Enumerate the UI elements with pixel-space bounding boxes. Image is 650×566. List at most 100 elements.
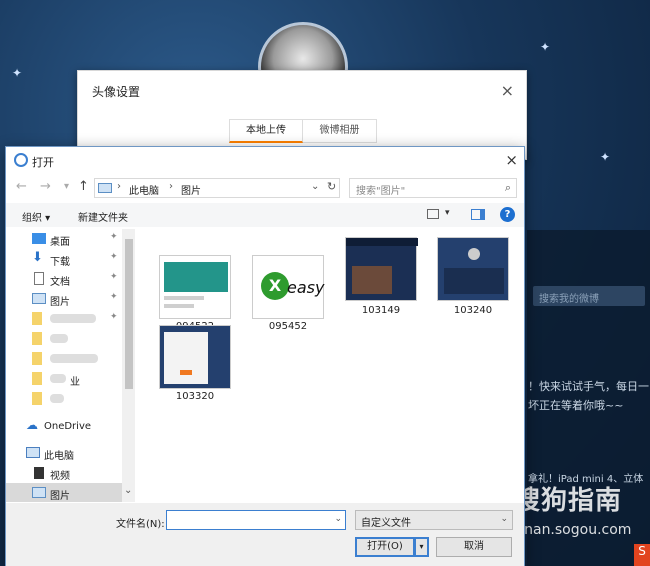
scrollbar-thumb[interactable] (125, 239, 133, 389)
sidebar-item-desktop[interactable]: 桌面 ✦ (6, 229, 122, 249)
open-options-button[interactable]: ▾ (415, 537, 429, 557)
star-icon: ✦ (12, 66, 23, 80)
sidebar-item-pictures[interactable]: 图片 ✦ (6, 289, 122, 309)
pin-icon[interactable]: ✦ (110, 312, 118, 322)
blurred-label (50, 334, 68, 343)
file-thumbnail (159, 255, 231, 319)
file-thumbnail (159, 325, 231, 389)
file-item[interactable]: 103320 (152, 325, 238, 405)
tab-weibo-album[interactable]: 微博相册 (303, 119, 377, 143)
forward-icon[interactable]: → (40, 179, 51, 194)
file-name: 095452 (268, 321, 308, 332)
file-item[interactable]: 094522 (152, 255, 238, 335)
file-name: 103320 (175, 391, 215, 402)
file-name: 103149 (361, 305, 401, 316)
sidebar-item-downloads[interactable]: ⬇ 下载 ✦ (6, 249, 122, 269)
sidebar-item-folder[interactable]: 业 (6, 369, 122, 389)
chevron-down-icon[interactable]: ▾ (445, 208, 450, 218)
sidebar-item-folder[interactable] (6, 329, 122, 349)
search-icon[interactable]: ⌕ (505, 181, 511, 195)
organize-button[interactable]: 组织 ▾ (22, 209, 50, 224)
title-bar: 打开 × (6, 147, 524, 173)
background-search-input[interactable]: 搜索我的微博 (533, 286, 645, 306)
cloud-icon: ☁ (26, 418, 38, 432)
address-bar[interactable]: › 此电脑 › 图片 ⌄ ↻ (94, 178, 340, 198)
pictures-folder-icon (98, 183, 112, 193)
pin-icon[interactable]: ✦ (110, 272, 118, 282)
sidebar-item-label: 视频 (50, 471, 70, 482)
blurred-label (50, 354, 98, 363)
file-item[interactable]: 103149 (338, 237, 424, 319)
filetype-value: 自定义文件 (361, 518, 411, 529)
cancel-button[interactable]: 取消 (436, 537, 512, 557)
pictures-icon (32, 487, 46, 498)
breadcrumb-this-pc[interactable]: 此电脑 (129, 182, 159, 197)
blurred-label (50, 394, 64, 403)
refresh-icon[interactable]: ↻ (327, 180, 336, 193)
preview-pane-icon[interactable] (471, 209, 485, 220)
sidebar-item-documents[interactable]: 文档 ✦ (6, 269, 122, 289)
sidebar-item-onedrive[interactable]: ☁ OneDrive (6, 417, 122, 437)
sidebar-item-this-pc[interactable]: 此电脑 (6, 443, 122, 463)
folder-icon (32, 392, 42, 405)
back-icon[interactable]: ← (16, 179, 27, 194)
navigation-pane: 桌面 ✦ ⬇ 下载 ✦ 文档 ✦ 图片 ✦ ✦ 业 ☁ OneDrive 此电脑… (6, 229, 136, 502)
file-thumbnail: X easy (252, 255, 324, 319)
breadcrumb-pictures[interactable]: 图片 (181, 182, 201, 197)
sidebar-item-label: 图片 (50, 491, 70, 502)
sidebar-item-folder[interactable] (6, 349, 122, 369)
star-icon: ✦ (540, 40, 551, 54)
help-icon[interactable]: ? (500, 207, 515, 222)
folder-icon (32, 332, 42, 345)
filename-input[interactable]: ⌄ (166, 510, 346, 530)
pin-icon[interactable]: ✦ (110, 252, 118, 262)
pictures-icon (32, 293, 46, 304)
background-text: ！快来试试手气，每日一 (528, 380, 649, 393)
chevron-down-icon[interactable]: ⌄ (500, 514, 508, 524)
filetype-select[interactable]: 自定义文件 ⌄ (355, 510, 513, 530)
sidebar-item-label: 此电脑 (44, 451, 74, 462)
file-thumbnail (345, 237, 418, 301)
chevron-down-icon[interactable]: ⌄ (334, 514, 342, 524)
folder-icon (32, 312, 42, 325)
desktop-icon (32, 233, 46, 244)
dialog-footer: 文件名(N): ⌄ 自定义文件 ⌄ 打开(O) ▾ 取消 (6, 503, 524, 566)
up-icon[interactable]: ↑ (78, 179, 89, 194)
navigation-bar: ← → ▾ ↑ › 此电脑 › 图片 ⌄ ↻ 搜索"图片" ⌕ (6, 175, 524, 201)
search-input[interactable]: 搜索"图片" ⌕ (349, 178, 517, 198)
tab-local-upload[interactable]: 本地上传 (229, 119, 303, 143)
close-icon[interactable]: × (501, 81, 514, 100)
download-icon: ⬇ (32, 250, 43, 265)
search-placeholder: 搜索"图片" (356, 186, 406, 197)
dialog-title: 头像设置 (92, 85, 141, 99)
sidebar-item-label: 业 (70, 377, 80, 388)
corner-badge: S (634, 544, 650, 566)
folder-icon (32, 372, 42, 385)
sidebar-item-folder[interactable] (6, 389, 122, 409)
sidebar-item-label: 桌面 (50, 237, 70, 248)
sidebar-item-folder[interactable]: ✦ (6, 309, 122, 329)
sidebar-item-videos[interactable]: 视频 (6, 463, 122, 483)
pin-icon[interactable]: ✦ (110, 232, 118, 242)
pc-icon (26, 447, 40, 458)
star-icon: ✦ (600, 150, 611, 164)
chevron-down-icon[interactable]: ⌄ (124, 485, 132, 496)
pin-icon[interactable]: ✦ (110, 292, 118, 302)
file-item[interactable]: 103240 (430, 237, 516, 319)
document-icon (34, 272, 44, 285)
view-options-icon[interactable] (427, 209, 439, 219)
chevron-down-icon[interactable]: ⌄ (311, 181, 319, 192)
sidebar-item-pictures[interactable]: 图片 (6, 483, 122, 502)
filename-label: 文件名(N): (116, 519, 165, 530)
breadcrumb-separator: › (169, 181, 173, 192)
file-thumbnail (437, 237, 509, 301)
close-icon[interactable]: × (505, 151, 518, 169)
file-name: 103240 (453, 305, 493, 316)
open-button[interactable]: 打开(O) (355, 537, 415, 557)
breadcrumb-separator: › (117, 181, 121, 192)
command-bar: 组织 ▾ 新建文件夹 ▾ ? (6, 203, 524, 227)
sidebar-item-label: 下载 (50, 257, 70, 268)
new-folder-button[interactable]: 新建文件夹 (78, 209, 128, 224)
recent-locations-icon[interactable]: ▾ (64, 181, 69, 192)
file-item[interactable]: X easy 095452 (245, 255, 331, 335)
